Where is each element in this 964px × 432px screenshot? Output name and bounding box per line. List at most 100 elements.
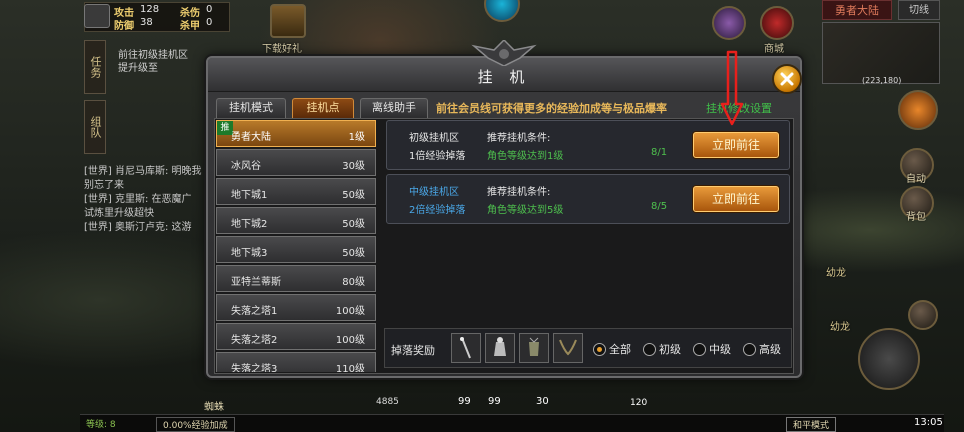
level-label: 等级: 8: [86, 420, 116, 430]
zone-name: 中级挂机区: [409, 187, 459, 198]
drop-item-gloves-icon[interactable]: [519, 333, 549, 363]
map-name: 冰风谷: [231, 161, 261, 172]
map-level: 100级: [335, 335, 365, 346]
map-item[interactable]: 地下城1 50级: [216, 178, 376, 205]
map-item-selected[interactable]: 推 勇者大陆 1级: [216, 120, 376, 147]
close-button[interactable]: [772, 64, 802, 94]
item-count: 30: [536, 396, 549, 407]
map-level: 100级: [335, 306, 365, 317]
map-item[interactable]: 冰风谷 30级: [216, 149, 376, 176]
minimap[interactable]: [822, 22, 940, 84]
map-level: 50级: [342, 190, 365, 201]
filter-advanced[interactable]: 高级: [743, 341, 781, 357]
tab-afk-mode[interactable]: 挂机模式: [216, 98, 286, 118]
radio-icon: [593, 342, 606, 356]
zone-drop: 2倍经验掉落: [409, 205, 466, 216]
zone-card-intermediate: 中级挂机区 2倍经验掉落 推荐挂机条件: 角色等级达到5级 8/5 立即前往: [386, 174, 790, 224]
gift-chest-icon[interactable]: [270, 4, 306, 38]
forge-icon[interactable]: [712, 6, 746, 40]
go-now-button[interactable]: 立即前往: [693, 186, 779, 212]
quest-line2[interactable]: 提升级至: [118, 59, 158, 74]
condition-title: 推荐挂机条件:: [487, 133, 551, 144]
menu-icon[interactable]: [898, 90, 938, 130]
attack-value: 128: [140, 4, 160, 15]
boss-label-2: 幼龙: [830, 322, 850, 333]
map-item[interactable]: 亚特兰蒂斯 80级: [216, 265, 376, 292]
dialog-title-bar: 挂 机: [208, 40, 800, 92]
condition-progress: 8/5: [651, 201, 668, 212]
map-item[interactable]: 失落之塔1 100级: [216, 294, 376, 321]
monster-name: 蜘蛛: [204, 402, 224, 413]
radio-icon: [693, 342, 706, 356]
go-now-button[interactable]: 立即前往: [693, 132, 779, 158]
hp-number: 4885: [376, 397, 399, 407]
map-list[interactable]: 推 勇者大陆 1级 冰风谷 30级 地下城1 50级 地下城2 50级 地下城3 50级…: [216, 120, 380, 372]
map-item[interactable]: 地下城2 50级: [216, 207, 376, 234]
crest-ornament-icon: [471, 40, 537, 66]
map-level: 50级: [342, 248, 365, 259]
map-level: 80级: [342, 277, 365, 288]
auto-label: 自动: [906, 174, 926, 185]
armor-value: 0: [206, 17, 213, 28]
armor-label: 杀甲: [180, 21, 200, 32]
boss-label: 幼龙: [826, 268, 846, 279]
activity-icon[interactable]: [484, 0, 520, 22]
drop-item-staff-icon[interactable]: [451, 333, 481, 363]
condition-text: 角色等级达到5级: [487, 205, 564, 216]
map-name: 地下城2: [231, 219, 268, 230]
clock: 13:05: [914, 417, 943, 428]
attack-button[interactable]: [858, 328, 920, 390]
item-count: 99: [488, 396, 501, 407]
skill-icon[interactable]: [908, 300, 938, 330]
shop-label: 商城: [764, 44, 784, 55]
map-level: 1级: [348, 132, 365, 143]
team-tab[interactable]: 组队: [84, 100, 106, 154]
map-name: 地下城1: [231, 190, 268, 201]
drop-rewards-bar: 掉落奖励 全部 初级 中级 高级: [384, 328, 792, 368]
close-icon: [780, 72, 794, 86]
map-name: 失落之塔3: [231, 364, 278, 372]
vip-promo-text: 前往会员线可获得更多的经验加成等与极品爆率: [436, 102, 667, 115]
chat-line: 试炼里升级超快: [84, 208, 154, 219]
map-item[interactable]: 失落之塔3 110级: [216, 352, 376, 372]
chat-line: [世界] 肖尼马库斯: 明晚我: [84, 166, 202, 177]
player-avatar[interactable]: [84, 4, 110, 28]
minimap-title: 勇者大陆: [822, 0, 892, 20]
radio-icon: [743, 342, 756, 356]
radio-icon: [643, 342, 656, 356]
condition-text: 角色等级达到1级: [487, 151, 564, 162]
condition-progress: 8/1: [651, 147, 668, 158]
map-item[interactable]: 地下城3 50级: [216, 236, 376, 263]
task-tab[interactable]: 任务: [84, 40, 106, 94]
tab-offline-assistant[interactable]: 离线助手: [360, 98, 428, 118]
drop-rewards-label: 掉落奖励: [391, 344, 435, 357]
chat-line: [世界] 克里斯: 在恶魔广: [84, 194, 192, 205]
map-level: 30级: [342, 161, 365, 172]
dialog-title: 挂 机: [477, 68, 531, 86]
tab-afk-spot[interactable]: 挂机点: [292, 98, 354, 118]
drop-item-horns-icon[interactable]: [553, 333, 583, 363]
switch-line-button[interactable]: 切线: [898, 0, 940, 20]
filter-intermediate[interactable]: 中级: [693, 341, 731, 357]
coords: (223,180): [862, 76, 902, 85]
peace-mode-button[interactable]: 和平模式: [786, 417, 837, 432]
map-name: 亚特兰蒂斯: [231, 277, 281, 288]
map-name: 失落之塔1: [231, 306, 278, 317]
chat-line: [世界] 奥斯汀卢克: 这游: [84, 222, 192, 233]
pk-value: 0: [206, 4, 213, 15]
defense-value: 38: [140, 17, 153, 28]
map-name: 勇者大陆: [231, 132, 271, 143]
map-item[interactable]: 失落之塔2 100级: [216, 323, 376, 350]
item-count: 120: [630, 398, 648, 408]
drop-item-armor-icon[interactable]: [485, 333, 515, 363]
filter-all[interactable]: 全部: [593, 341, 631, 357]
chat-log: [世界] 肖尼马库斯: 明晚我 别忘了来 [世界] 克里斯: 在恶魔广 试炼里升…: [84, 165, 214, 235]
map-name: 失落之塔2: [231, 335, 278, 346]
filter-label: 中级: [709, 343, 731, 356]
zone-drop: 1倍经验掉落: [409, 151, 466, 162]
shop-icon[interactable]: [760, 6, 794, 40]
afk-dialog: 挂 机 挂机模式 挂机点 离线助手 前往会员线可获得更多的经验加成等与极品爆率 …: [206, 40, 802, 378]
filter-label: 全部: [609, 343, 631, 356]
filter-beginner[interactable]: 初级: [643, 341, 681, 357]
defense-label: 防御: [114, 21, 134, 32]
